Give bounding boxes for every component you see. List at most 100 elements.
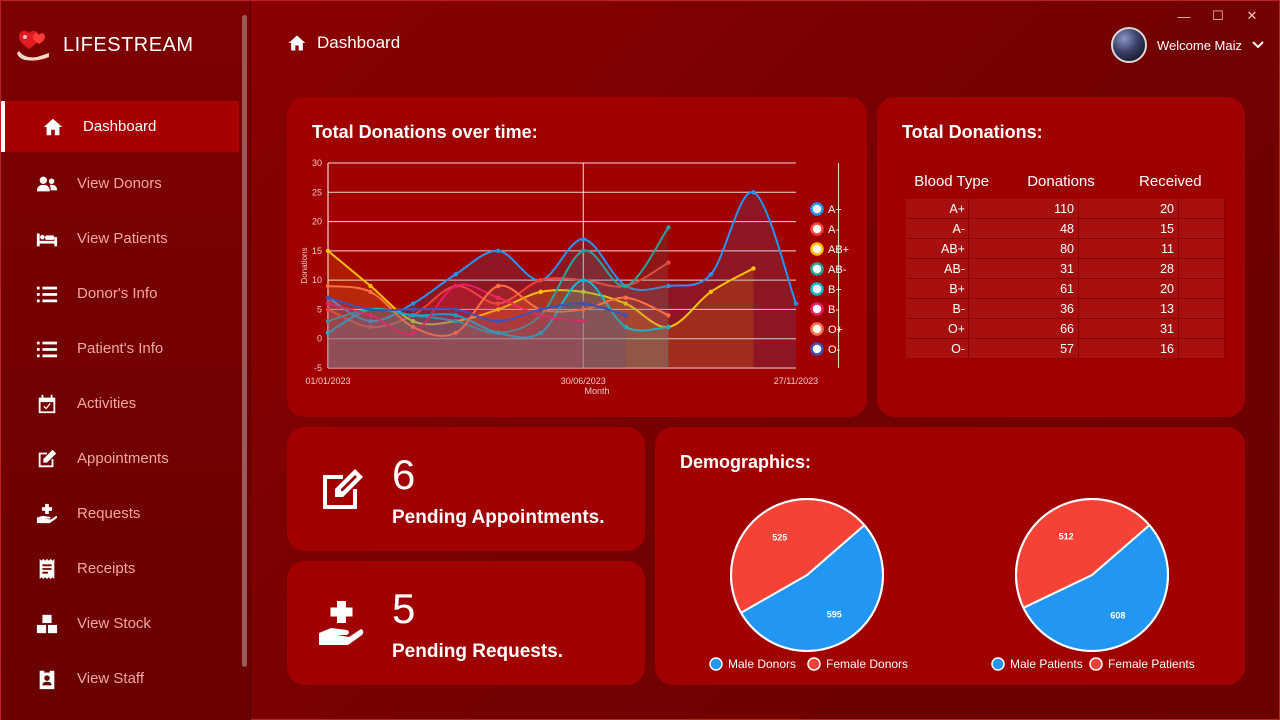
hand-medical-icon: [317, 599, 367, 649]
legend-marker[interactable]: [807, 657, 821, 671]
legend-label[interactable]: O+: [828, 324, 843, 336]
legend-marker[interactable]: [810, 262, 824, 276]
legend-label[interactable]: A-: [828, 224, 839, 236]
legend-label[interactable]: Female Patients: [1108, 657, 1195, 671]
data-point[interactable]: [368, 307, 373, 312]
legend-label[interactable]: AB+: [828, 244, 849, 256]
data-point[interactable]: [538, 307, 543, 312]
table-row[interactable]: B+ 61 20: [906, 279, 1225, 299]
data-point[interactable]: [666, 313, 671, 318]
legend-marker[interactable]: [810, 342, 824, 356]
data-point[interactable]: [623, 313, 629, 318]
legend-marker[interactable]: [1089, 657, 1103, 671]
data-point[interactable]: [325, 295, 331, 300]
sidebar-item-view-staff[interactable]: View Staff: [1, 651, 239, 706]
table-cell: 80: [969, 239, 1079, 258]
table-row[interactable]: AB+ 80 11: [906, 239, 1225, 259]
legend-marker[interactable]: [810, 282, 824, 296]
data-point[interactable]: [751, 266, 756, 271]
pending-requests-card[interactable]: 5 Pending Requests.: [287, 561, 645, 685]
demographics-pie-charts: 595 525 Male Donors Female Donors 608 512 Male…: [709, 498, 1195, 671]
legend-label[interactable]: O-: [828, 344, 841, 356]
legend-label[interactable]: A+: [828, 204, 842, 216]
data-point[interactable]: [495, 318, 501, 324]
x-tick-label: 01/01/2023: [305, 376, 350, 386]
legend-marker[interactable]: [810, 242, 824, 256]
data-point[interactable]: [751, 190, 756, 195]
close-button[interactable]: ✕: [1235, 5, 1269, 27]
legend-label[interactable]: Male Donors: [728, 657, 796, 671]
legend-marker[interactable]: [810, 222, 824, 236]
data-point[interactable]: [325, 248, 331, 254]
table-row[interactable]: A- 48 15: [906, 219, 1225, 239]
data-point[interactable]: [495, 283, 501, 289]
data-point[interactable]: [538, 289, 543, 295]
data-point[interactable]: [581, 277, 586, 283]
data-point[interactable]: [623, 295, 629, 300]
sidebar-item-activities[interactable]: Activities: [1, 376, 239, 431]
data-point[interactable]: [581, 236, 586, 242]
legend-marker[interactable]: [810, 302, 824, 316]
table-cell: 11: [1079, 239, 1179, 258]
user-menu[interactable]: Welcome Maiz: [1111, 27, 1264, 63]
legend-label[interactable]: B+: [828, 284, 842, 296]
slice-value-label: 595: [827, 609, 842, 619]
chevron-down-icon[interactable]: [1252, 39, 1264, 51]
welcome-text: Welcome Maiz: [1157, 37, 1243, 53]
data-point[interactable]: [708, 289, 714, 295]
data-point[interactable]: [581, 248, 586, 254]
avatar[interactable]: [1111, 27, 1147, 63]
data-point[interactable]: [581, 301, 586, 306]
sidebar-item-view-patients[interactable]: View Patients: [1, 211, 239, 266]
sidebar-item-donors-info[interactable]: Donor's Info: [1, 266, 239, 321]
column-header[interactable]: Blood Type: [897, 173, 1006, 190]
legend-marker[interactable]: [991, 657, 1005, 671]
table-cell-filler: [1179, 339, 1225, 358]
data-point[interactable]: [453, 272, 458, 277]
data-point[interactable]: [495, 248, 501, 254]
data-point[interactable]: [410, 307, 416, 312]
data-point[interactable]: [793, 301, 799, 306]
legend-marker[interactable]: [810, 322, 824, 336]
data-point[interactable]: [410, 301, 416, 306]
data-point[interactable]: [666, 225, 671, 230]
legend-label[interactable]: AB-: [828, 264, 847, 276]
table-row[interactable]: O- 57 16: [906, 339, 1225, 359]
data-point[interactable]: [368, 283, 373, 289]
data-point[interactable]: [708, 272, 714, 277]
sidebar-item-dashboard[interactable]: Dashboard: [1, 101, 239, 152]
sidebar-item-requests[interactable]: Requests: [1, 486, 239, 541]
legend-label[interactable]: B-: [828, 304, 839, 316]
table-row[interactable]: A+ 110 20: [906, 199, 1225, 219]
table-row[interactable]: AB- 31 28: [906, 259, 1225, 279]
pending-appointments-card[interactable]: 6 Pending Appointments.: [287, 427, 645, 551]
legend-marker[interactable]: [810, 202, 824, 216]
table-row[interactable]: O+ 66 31: [906, 319, 1225, 339]
table-cell: B+: [906, 279, 969, 298]
data-point[interactable]: [538, 277, 543, 283]
x-tick-label: 27/11/2023: [774, 376, 818, 386]
sidebar-item-view-stock[interactable]: View Stock: [1, 596, 239, 651]
data-point[interactable]: [453, 307, 458, 312]
sidebar-item-receipts[interactable]: Receipts: [1, 541, 239, 596]
data-point[interactable]: [325, 283, 331, 289]
column-header[interactable]: Donations: [1006, 173, 1115, 190]
sidebar-item-label: Activities: [77, 395, 137, 412]
sidebar-item-appointments[interactable]: Appointments: [1, 431, 239, 486]
app-name: LIFESTREAM: [63, 33, 194, 56]
legend-label[interactable]: Male Patients: [1010, 657, 1083, 671]
maximize-button[interactable]: ☐: [1201, 5, 1235, 27]
legend-label[interactable]: Female Donors: [826, 657, 908, 671]
sidebar-item-view-donors[interactable]: View Donors: [1, 156, 239, 211]
legend-marker[interactable]: [709, 657, 723, 671]
sidebar-scrollbar[interactable]: [242, 15, 247, 667]
table-cell-filler: [1179, 259, 1225, 278]
sidebar-item-patients-info[interactable]: Patient's Info: [1, 321, 239, 376]
demographics-card: Demographics: 595 525 Male Donors Female Do…: [655, 427, 1245, 685]
data-point[interactable]: [623, 283, 629, 289]
data-point[interactable]: [368, 289, 373, 295]
minimize-button[interactable]: —: [1167, 5, 1201, 27]
data-point[interactable]: [453, 283, 458, 289]
column-header[interactable]: Received: [1116, 173, 1225, 190]
table-row[interactable]: B- 36 13: [906, 299, 1225, 319]
